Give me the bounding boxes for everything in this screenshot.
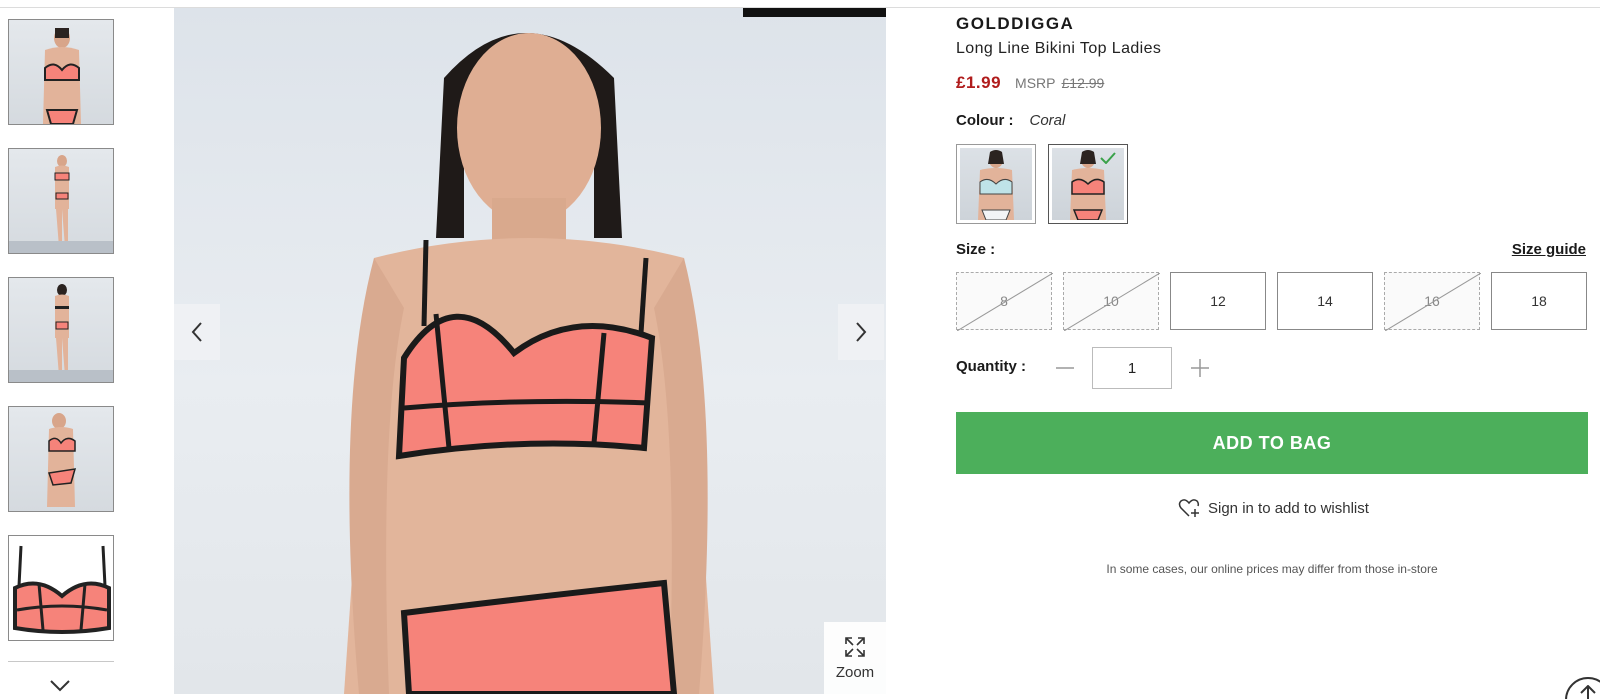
scroll-to-top-button[interactable] bbox=[1565, 677, 1600, 699]
size-option-14[interactable]: 14 bbox=[1277, 272, 1373, 330]
image-top-bar bbox=[743, 8, 886, 17]
brand-name[interactable]: GOLDDIGGA bbox=[956, 14, 1074, 34]
size-options: 8 10 12 14 16 18 bbox=[956, 272, 1587, 331]
previous-image-button[interactable] bbox=[174, 304, 220, 360]
add-to-bag-button[interactable]: ADD TO BAG bbox=[956, 412, 1588, 474]
size-option-label: 18 bbox=[1531, 293, 1547, 309]
thumbnail-4[interactable] bbox=[8, 406, 114, 512]
size-option-12[interactable]: 12 bbox=[1170, 272, 1266, 330]
plus-icon bbox=[1191, 359, 1209, 377]
arrow-up-icon bbox=[1580, 685, 1596, 699]
quantity-decrease-button[interactable] bbox=[1054, 357, 1076, 379]
main-product-image[interactable] bbox=[174, 8, 886, 694]
price-disclaimer: In some cases, our online prices may dif… bbox=[1106, 562, 1438, 576]
price-row: £1.99 MSRP £12.99 bbox=[956, 73, 1104, 93]
chevron-right-icon bbox=[856, 322, 867, 342]
size-option-8[interactable]: 8 bbox=[956, 272, 1053, 331]
size-option-10[interactable]: 10 bbox=[1063, 272, 1160, 331]
colour-swatch-coral[interactable] bbox=[1048, 144, 1128, 224]
colour-value: Coral bbox=[1029, 112, 1066, 129]
minus-icon bbox=[1056, 367, 1074, 369]
wishlist-link[interactable]: Sign in to add to wishlist bbox=[1178, 498, 1369, 518]
quantity-input[interactable] bbox=[1092, 347, 1172, 389]
thumbnail-divider bbox=[8, 661, 114, 662]
size-option-label: 12 bbox=[1210, 293, 1226, 309]
thumbnail-1[interactable] bbox=[8, 19, 114, 125]
thumbnail-5[interactable] bbox=[8, 535, 114, 641]
thumbnails-scroll-down-icon[interactable] bbox=[48, 678, 72, 694]
size-option-18[interactable]: 18 bbox=[1491, 272, 1587, 330]
thumbnail-2[interactable] bbox=[8, 148, 114, 254]
size-option-16[interactable]: 16 bbox=[1384, 272, 1481, 331]
chevron-left-icon bbox=[191, 322, 202, 342]
thumbnail-3[interactable] bbox=[8, 277, 114, 383]
colour-row: Colour : Coral bbox=[956, 112, 1065, 129]
size-guide-link[interactable]: Size guide bbox=[1512, 241, 1586, 258]
zoom-label: Zoom bbox=[835, 664, 875, 681]
zoom-button[interactable]: Zoom bbox=[824, 622, 886, 694]
selected-check-icon bbox=[1100, 152, 1116, 164]
wishlist-label: Sign in to add to wishlist bbox=[1208, 499, 1369, 517]
original-price: £12.99 bbox=[1061, 75, 1105, 91]
next-image-button[interactable] bbox=[838, 304, 884, 360]
size-option-label: 14 bbox=[1317, 293, 1333, 309]
colour-swatch-white[interactable] bbox=[956, 144, 1036, 224]
size-label: Size : bbox=[956, 241, 996, 258]
current-price: £1.99 bbox=[956, 73, 1002, 92]
quantity-increase-button[interactable] bbox=[1189, 357, 1211, 379]
quantity-label: Quantity : bbox=[956, 358, 1026, 375]
colour-label: Colour : bbox=[956, 112, 1014, 129]
heart-plus-icon bbox=[1178, 499, 1200, 517]
product-title: Long Line Bikini Top Ladies bbox=[956, 40, 1162, 57]
msrp-label: MSRP bbox=[1015, 75, 1056, 91]
expand-icon bbox=[845, 637, 865, 657]
thumbnail-list bbox=[8, 19, 114, 664]
